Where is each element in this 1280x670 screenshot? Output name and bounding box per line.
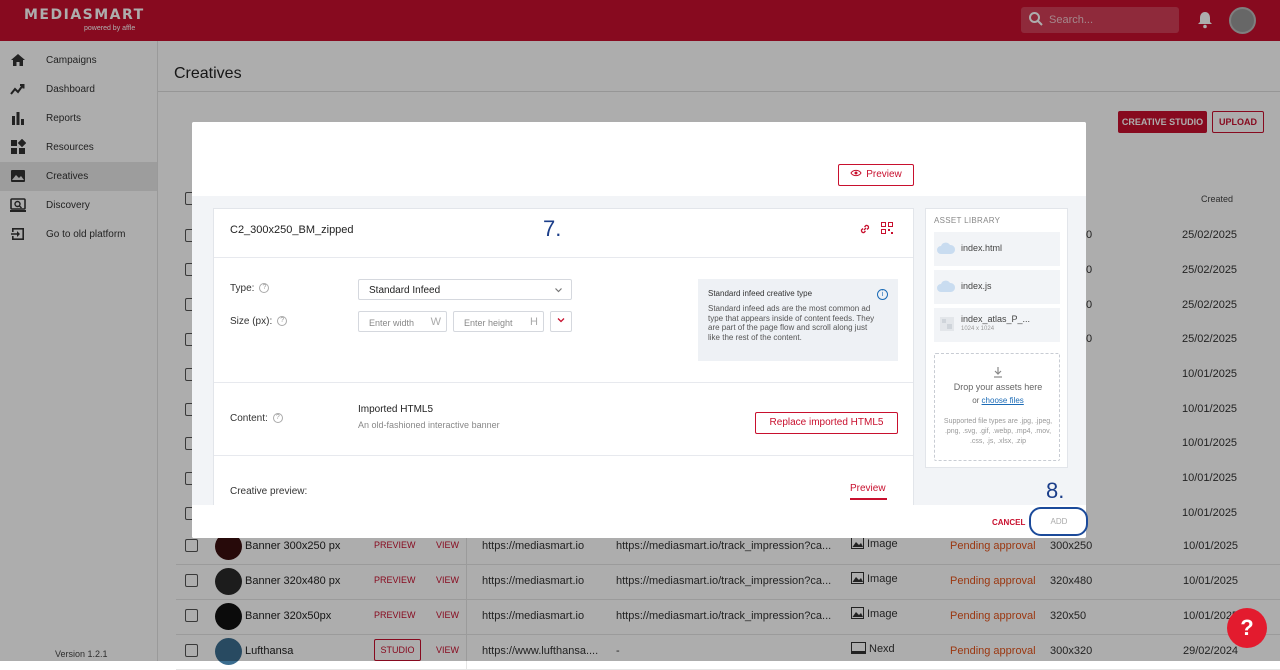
drop-text: Drop your assets here (953, 382, 1043, 392)
help-icon[interactable]: ? (259, 283, 270, 294)
height-input[interactable]: Enter height H (453, 311, 544, 332)
type-label: Type:? (230, 283, 270, 294)
cancel-button[interactable]: CANCEL (992, 518, 1025, 527)
modal-footer: CANCEL ADD (192, 505, 1086, 538)
tab-active-indicator (850, 498, 887, 500)
info-description: Standard infeed ads are the most common … (708, 304, 875, 342)
creative-card: C2_300x250_BM_zipped Type:? Standard Inf… (213, 208, 914, 508)
chevron-down-icon (557, 318, 565, 323)
card-divider (214, 257, 913, 258)
cloud-icon (937, 242, 956, 254)
drop-or-line: or choose files (935, 396, 1061, 405)
step-annotation-7: 7. (543, 216, 562, 241)
preview-button[interactable]: Preview (838, 164, 914, 186)
asset-dropzone[interactable]: Drop your assets here or choose files Su… (934, 353, 1060, 461)
asset-name: index_atlas_P_... (961, 314, 1031, 324)
creative-modal: Preview C2_300x250_BM_zipped Type:? Stan… (192, 122, 1086, 538)
choose-files-link[interactable]: choose files (982, 396, 1024, 405)
asset-name: index.html (961, 243, 1003, 253)
card-divider (214, 382, 913, 383)
help-button[interactable]: ? (1227, 608, 1267, 648)
type-select-value: Standard Infeed (369, 285, 441, 296)
asset-library-title: ASSET LIBRARY (934, 216, 1001, 225)
preview-button-label: Preview (866, 169, 902, 180)
modal-header: Preview (192, 122, 1086, 196)
supported-file-types: Supported file types are .jpg, .jpeg, .p… (943, 418, 1053, 445)
card-divider (214, 455, 913, 456)
help-icon[interactable]: ? (277, 316, 288, 327)
info-title: Standard infeed creative type (708, 289, 813, 298)
width-input[interactable]: Enter width W (358, 311, 447, 332)
height-placeholder: Enter height (464, 318, 513, 328)
content-subtitle: An old-fashioned interactive banner (358, 420, 500, 430)
info-icon[interactable]: i (877, 289, 888, 300)
eye-icon (850, 169, 862, 177)
content-label-text: Content: (230, 413, 268, 424)
type-select[interactable]: Standard Infeed (358, 279, 572, 300)
modal-body: C2_300x250_BM_zipped Type:? Standard Inf… (192, 196, 1086, 508)
image-thumbnail-icon (940, 317, 954, 331)
asset-item[interactable]: index.html (934, 232, 1060, 266)
chevron-down-icon (555, 288, 562, 293)
content-label: Content:? (230, 413, 283, 424)
step-annotation-8: 8. (1046, 478, 1065, 503)
annotation-highlight-ring (1029, 507, 1088, 536)
creative-preview-label: Creative preview: (230, 486, 308, 497)
height-suffix: H (530, 316, 538, 328)
asset-library: ASSET LIBRARY index.html index.js index_… (925, 208, 1068, 468)
asset-item[interactable]: index.js (934, 270, 1060, 304)
link-icon[interactable] (859, 223, 871, 235)
content-value: Imported HTML5 (358, 404, 434, 415)
type-label-text: Type: (230, 283, 255, 294)
drop-or-text: or (972, 396, 980, 405)
tab-preview[interactable]: Preview (850, 483, 886, 494)
cloud-icon (937, 280, 956, 292)
size-label-text: Size (px): (230, 316, 273, 327)
width-suffix: W (430, 316, 441, 328)
asset-name: index.js (961, 281, 992, 291)
help-icon[interactable]: ? (272, 413, 283, 424)
download-icon (994, 367, 1002, 378)
type-info-box: Standard infeed creative type Standard i… (698, 279, 898, 361)
creative-name[interactable]: C2_300x250_BM_zipped (230, 224, 354, 236)
size-preset-dropdown[interactable] (550, 311, 572, 332)
asset-item[interactable]: index_atlas_P_... 1024 x 1024 (934, 308, 1060, 342)
size-label: Size (px):? (230, 316, 288, 327)
replace-html5-button[interactable]: Replace imported HTML5 (755, 412, 898, 434)
width-placeholder: Enter width (369, 318, 415, 328)
asset-dimensions: 1024 x 1024 (961, 326, 995, 332)
qr-code-icon[interactable] (881, 222, 893, 234)
